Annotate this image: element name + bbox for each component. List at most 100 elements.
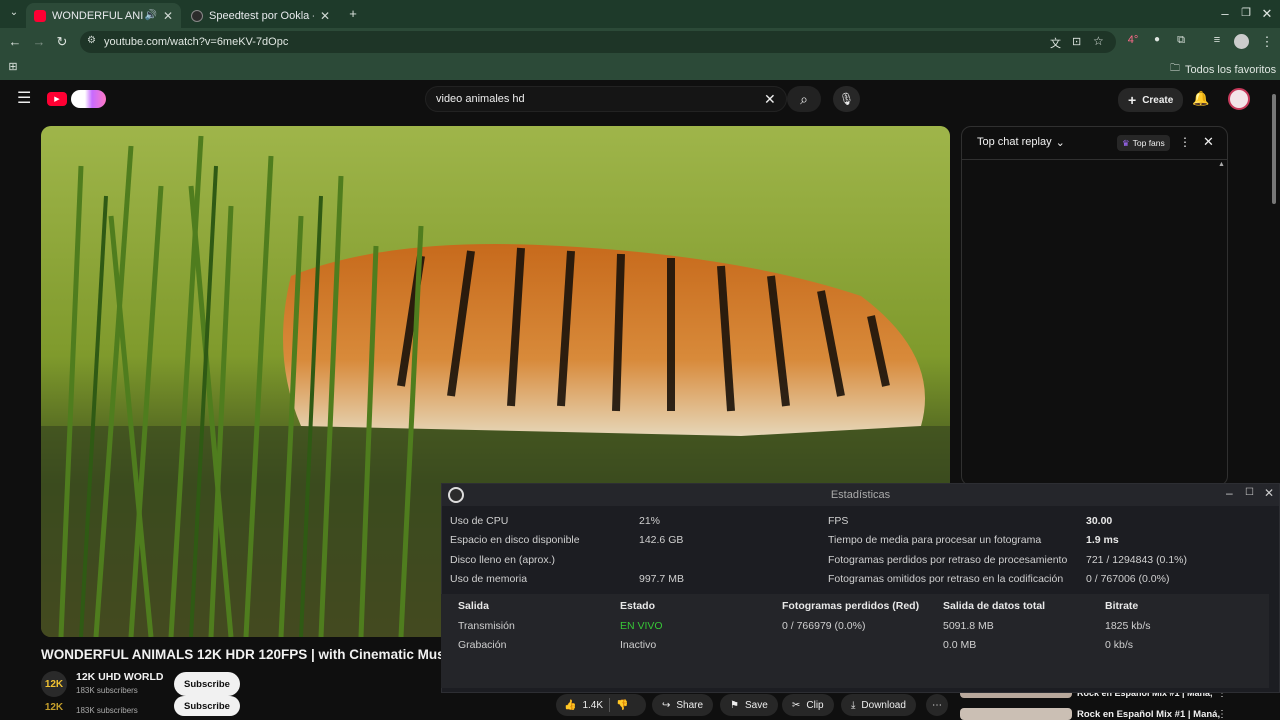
like-icon[interactable]: 👍	[564, 700, 576, 711]
table-header: Salida	[458, 600, 489, 612]
extension-icon[interactable]: 4°	[1124, 34, 1142, 46]
minimize-icon[interactable]: –	[1226, 486, 1233, 500]
reload-icon[interactable]: ↻	[53, 34, 71, 50]
subscribe-button[interactable]: Subscribe	[174, 672, 240, 696]
thumbnail[interactable]	[960, 708, 1072, 720]
close-tab-icon[interactable]: ✕	[320, 9, 330, 23]
tab-search-icon[interactable]: ⌄	[5, 7, 23, 18]
close-icon[interactable]: ✕	[1264, 486, 1274, 500]
hamburger-menu-icon[interactable]: ☰	[17, 91, 31, 107]
more-icon[interactable]: ⋮	[1217, 709, 1227, 720]
obs-logo-icon	[448, 487, 464, 503]
stat-value: 30.00	[1086, 515, 1113, 527]
table-header: Bitrate	[1105, 600, 1139, 612]
scrollbar-thumb[interactable]	[1272, 94, 1276, 204]
voice-search-button[interactable]: 🎙	[833, 86, 860, 112]
top-fans-badge[interactable]: ♛ Top fans	[1117, 135, 1170, 151]
subscriber-count: 183K subscribers	[76, 686, 138, 695]
url-text: youtube.com/watch?v=6meKV-7dOpc	[104, 36, 289, 48]
list-item-title[interactable]: Rock en Español Mix #1 | Maná,	[1077, 709, 1220, 720]
like-count[interactable]: 1.4K	[582, 700, 603, 711]
menu-kebab-icon[interactable]: ⋮	[1258, 34, 1276, 50]
table-cell: 0 kb/s	[1105, 639, 1134, 651]
dislike-icon[interactable]: 👎	[616, 700, 628, 711]
scroll-up-icon[interactable]: ▲	[1218, 161, 1225, 168]
search-input[interactable]: video animales hd ✕	[425, 86, 787, 112]
profile-avatar[interactable]	[1234, 34, 1249, 49]
back-icon[interactable]: ←	[6, 34, 24, 49]
crown-icon: ♛	[1122, 137, 1130, 148]
stat-label: Disco lleno en (aprox.)	[450, 554, 556, 566]
audio-icon[interactable]: 🔊	[144, 10, 156, 21]
tab-speedtest[interactable]: Speedtest por Ookla - La ✕	[183, 3, 338, 28]
channel-avatar[interactable]: 12K	[41, 671, 67, 697]
table-cell: Grabación	[458, 639, 507, 651]
plus-icon: +	[1128, 92, 1137, 108]
create-button[interactable]: + Create	[1118, 88, 1184, 112]
speedtest-favicon-icon	[191, 9, 203, 22]
media-control-icon[interactable]: ≡	[1208, 34, 1226, 46]
close-chat-icon[interactable]: ✕	[1203, 134, 1214, 150]
chat-mode-dropdown[interactable]: Top chat replay ⌄	[977, 136, 1065, 149]
stat-label: Espacio en disco disponible	[450, 534, 580, 546]
extensions-puzzle-icon[interactable]: ⧉	[1172, 34, 1190, 47]
stat-value: 0 / 767006 (0.0%)	[1086, 573, 1170, 585]
table-cell: 0 / 766979 (0.0%)	[782, 620, 866, 632]
maximize-icon[interactable]: ☐	[1245, 487, 1254, 498]
status-badge: EN VIVO	[620, 620, 663, 632]
bookmarks-bar: ⊞ 🗀 Todos los favoritos	[0, 56, 1280, 80]
share-button[interactable]: ↪ Share	[652, 694, 714, 716]
browser-tab-bar: ⌄ WONDERFUL ANIMA 🔊 ✕ Speedtest por Ookl…	[0, 0, 1280, 28]
bookmark-star-icon[interactable]: ☆	[1093, 34, 1104, 48]
translate-icon[interactable]: 文	[1050, 35, 1061, 51]
tab-youtube[interactable]: WONDERFUL ANIMA 🔊 ✕	[26, 3, 181, 28]
site-info-icon[interactable]: ⚙	[87, 35, 96, 46]
doodle-logo[interactable]	[71, 90, 106, 108]
close-window-icon[interactable]: ✕	[1258, 6, 1276, 22]
install-icon[interactable]: ⊡	[1072, 35, 1081, 48]
share-icon: ↪	[662, 699, 671, 711]
clip-button[interactable]: ✂ Clip	[782, 694, 834, 716]
extension-dot-icon[interactable]: ●	[1148, 34, 1166, 45]
save-button[interactable]: ⚑ Save	[720, 694, 778, 716]
subscribe-button-duplicate[interactable]: Subscribe	[174, 696, 240, 716]
address-bar[interactable]: ⚙ youtube.com/watch?v=6meKV-7dOpc 文 ⊡ ☆	[80, 31, 1116, 53]
clear-search-icon[interactable]: ✕	[764, 91, 776, 108]
chat-more-icon[interactable]: ⋮	[1179, 135, 1191, 149]
stat-label: Uso de memoria	[450, 573, 528, 585]
like-dislike-group: 👍 1.4K 👎	[556, 694, 646, 716]
more-horizontal-icon: ⋯	[932, 699, 942, 711]
notifications-bell-icon[interactable]: 🔔	[1192, 90, 1209, 107]
stat-label: Tiempo de media para procesar un fotogra…	[828, 534, 1042, 546]
apps-grid-icon[interactable]: ⊞	[4, 60, 22, 73]
table-cell: 5091.8 MB	[943, 620, 994, 632]
minimize-icon[interactable]: –	[1216, 6, 1234, 21]
table-cell: 0.0 MB	[943, 639, 977, 651]
search-button[interactable]: ⌕	[787, 86, 821, 112]
divider	[609, 698, 611, 712]
table-header: Fotogramas perdidos (Red)	[782, 600, 920, 612]
maximize-icon[interactable]: ❐	[1237, 6, 1255, 19]
stat-value: 21%	[639, 515, 661, 527]
status-badge: Inactivo	[620, 639, 657, 651]
search-icon: ⌕	[800, 90, 808, 107]
stat-label: Fotogramas omitidos por retraso en la co…	[828, 573, 1064, 585]
subscriber-count-duplicate: 183K subscribers	[76, 706, 138, 715]
close-tab-icon[interactable]: ✕	[163, 9, 173, 23]
channel-name[interactable]: 12K UHD WORLD	[76, 671, 164, 683]
forward-icon[interactable]: →	[30, 34, 48, 49]
more-actions-button[interactable]: ⋯	[926, 694, 948, 716]
stat-label: Uso de CPU	[450, 515, 509, 527]
table-cell: Transmisión	[458, 620, 515, 632]
bookmarks-folder[interactable]: 🗀 Todos los favoritos	[1170, 61, 1276, 78]
stat-label: FPS	[828, 515, 849, 527]
channel-avatar-duplicate: 12K	[44, 701, 64, 713]
account-avatar[interactable]	[1228, 88, 1250, 110]
bookmark-icon: ⚑	[730, 699, 739, 711]
table-header: Salida de datos total	[943, 600, 1046, 612]
new-tab-icon[interactable]: +	[344, 6, 362, 21]
download-button[interactable]: ⤓ Download	[841, 694, 916, 716]
table-cell: 1825 kb/s	[1105, 620, 1151, 632]
youtube-logo-icon[interactable]: ▶	[47, 92, 67, 106]
stats-titlebar[interactable]: Estadísticas – ☐ ✕	[442, 484, 1279, 506]
